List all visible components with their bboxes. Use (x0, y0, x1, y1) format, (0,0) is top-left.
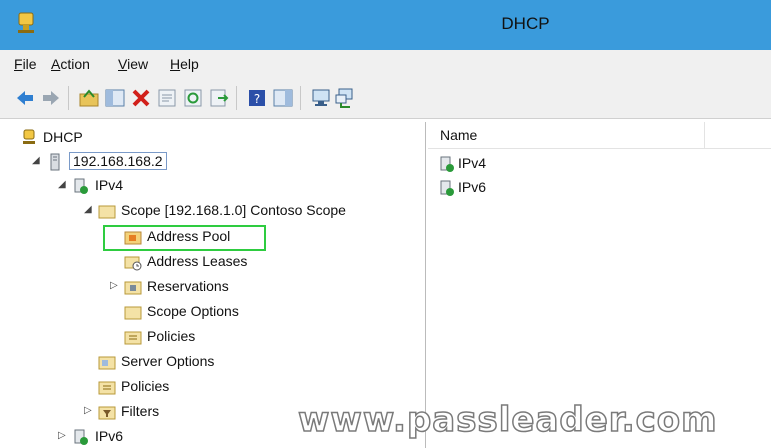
server-icon (50, 153, 60, 171)
tree-node-server-options[interactable]: Server Options (98, 350, 214, 372)
expand-arrow-icon[interactable]: ▷ (84, 400, 92, 422)
address-pool-highlight (103, 225, 266, 251)
export-list-icon[interactable] (208, 87, 230, 109)
policies-icon (98, 381, 116, 395)
toolbar: ? (0, 78, 771, 119)
svg-text:?: ? (254, 92, 260, 106)
tree-node-filters[interactable]: Filters (98, 400, 159, 422)
back-icon[interactable] (14, 87, 36, 109)
menu-file[interactable]: File (14, 56, 37, 72)
properties-icon[interactable] (156, 87, 178, 109)
menu-help[interactable]: Help (170, 56, 199, 72)
ipv4-icon (74, 178, 88, 195)
tree-node-reservations[interactable]: Reservations (124, 275, 229, 297)
toolbar-separator (68, 86, 69, 110)
up-folder-icon[interactable] (78, 87, 100, 109)
tree-node-scope-policies[interactable]: Policies (124, 325, 195, 347)
show-hide-tree-icon[interactable] (104, 87, 126, 109)
delete-icon[interactable] (130, 87, 152, 109)
expand-arrow-icon[interactable]: ▷ (58, 425, 66, 447)
column-name[interactable]: Name (440, 127, 477, 143)
filters-icon (98, 406, 116, 420)
policies-icon (124, 331, 142, 345)
ipv6-icon (440, 180, 454, 197)
folder-icon (98, 205, 116, 219)
collapse-arrow-icon[interactable]: ◢ (58, 174, 66, 196)
list-item[interactable]: IPv4 (438, 152, 486, 174)
tree-node-dhcp[interactable]: DHCP (20, 126, 83, 148)
collapse-arrow-icon[interactable]: ◢ (32, 150, 40, 172)
network-icon[interactable] (334, 87, 356, 109)
address-leases-icon (124, 256, 142, 271)
menu-view[interactable]: View (118, 56, 148, 72)
expand-arrow-icon[interactable]: ▷ (110, 275, 118, 297)
dhcp-icon (23, 129, 35, 145)
toolbar-separator (300, 86, 301, 110)
help-icon[interactable]: ? (246, 87, 268, 109)
tree-node-ipv6[interactable]: IPv6 (72, 425, 123, 447)
column-divider[interactable] (704, 122, 705, 148)
title-bar: DHCP (0, 0, 771, 50)
watermark: www.passleader.com (297, 399, 718, 441)
menu-bar: File Action View Help (0, 50, 771, 78)
tree-node-ipv4[interactable]: IPv4 (72, 174, 123, 196)
collapse-arrow-icon[interactable]: ◢ (84, 199, 92, 221)
column-header: Name (428, 122, 771, 149)
window-title: DHCP (501, 14, 550, 33)
server-options-icon (98, 356, 116, 370)
refresh-icon[interactable] (182, 87, 204, 109)
ipv6-icon (74, 429, 88, 446)
tree-node-policies[interactable]: Policies (98, 375, 169, 397)
tree-node-server[interactable]: 192.168.168.2 (46, 150, 167, 172)
toolbar-separator (236, 86, 237, 110)
forward-icon[interactable] (40, 87, 62, 109)
server-icon[interactable] (310, 87, 332, 109)
list-item[interactable]: IPv6 (438, 176, 486, 198)
reservations-icon (124, 281, 142, 295)
show-hide-action-pane-icon[interactable] (272, 87, 294, 109)
tree-node-address-leases[interactable]: Address Leases (124, 250, 247, 272)
menu-action[interactable]: Action (51, 56, 90, 72)
ipv4-icon (440, 156, 454, 173)
tree-node-scope-options[interactable]: Scope Options (124, 300, 239, 322)
tree-node-scope[interactable]: Scope [192.168.1.0] Contoso Scope (98, 199, 346, 221)
folder-icon (124, 306, 142, 320)
